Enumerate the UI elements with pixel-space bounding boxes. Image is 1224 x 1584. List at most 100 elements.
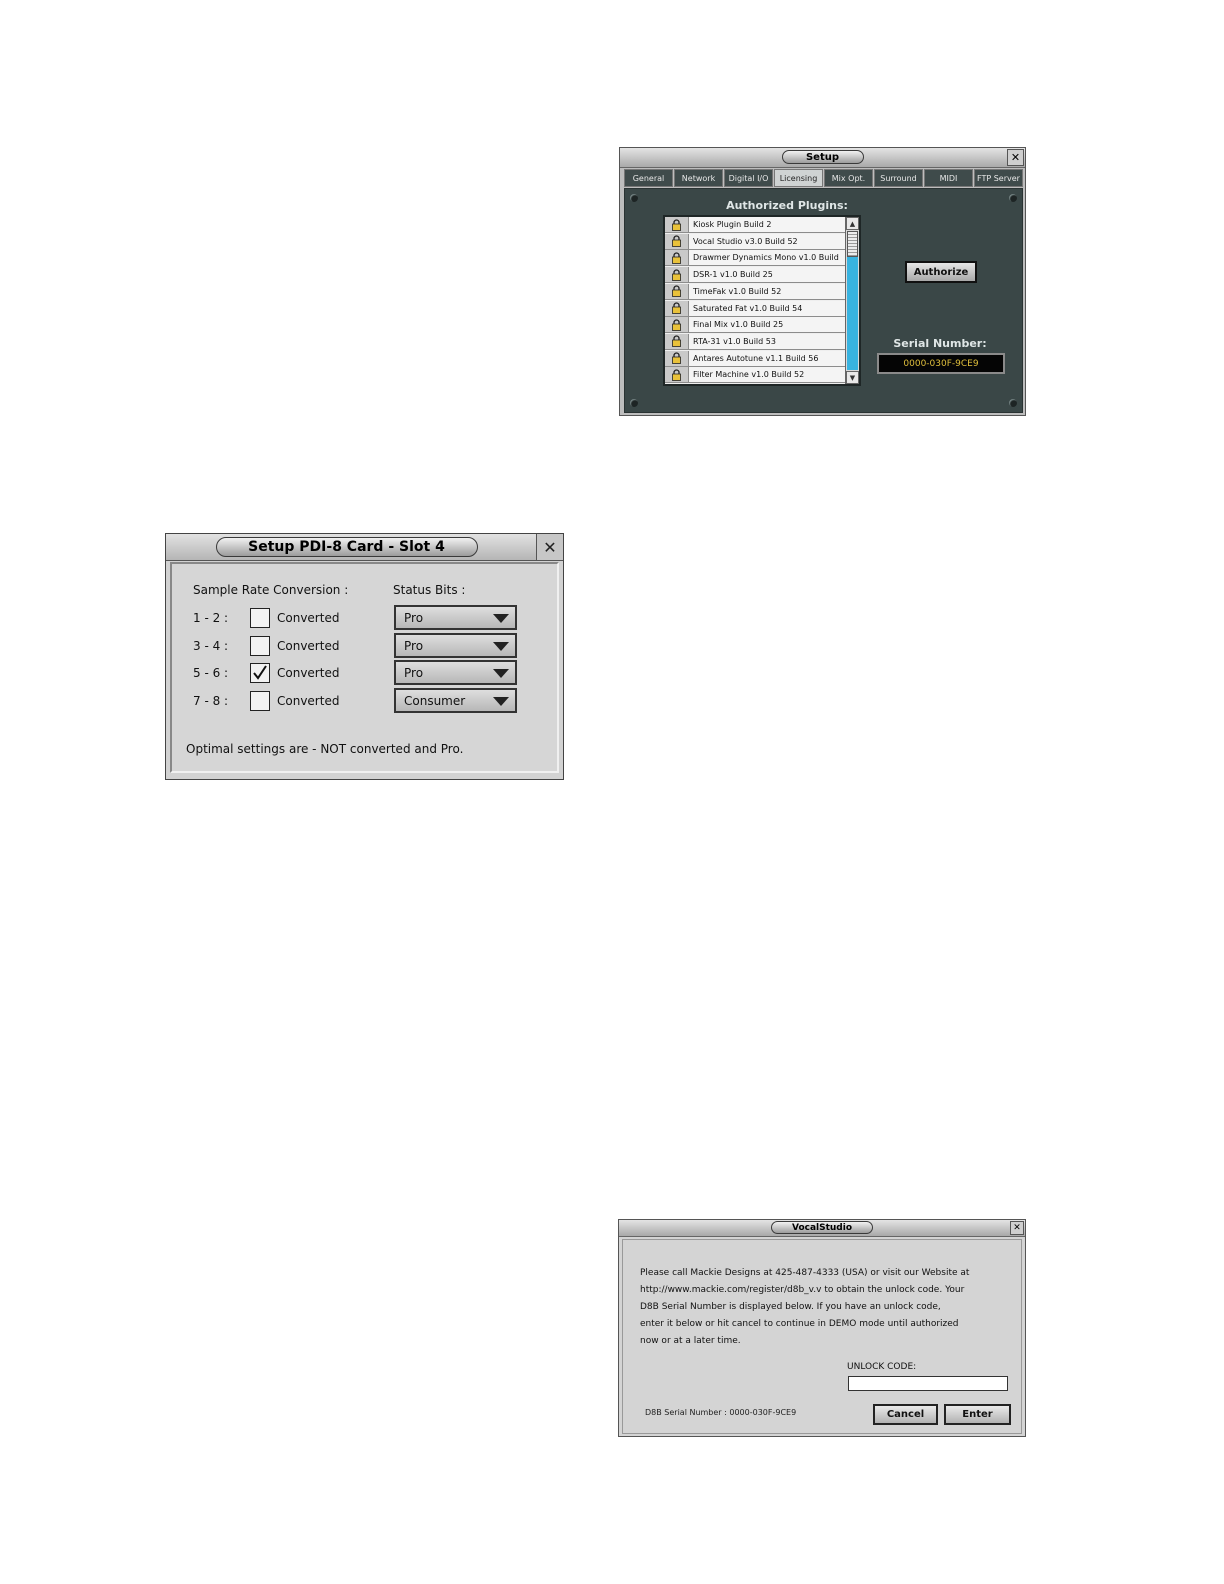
lock-icon (665, 317, 689, 333)
pdi8-setup-window: Setup PDI-8 Card - Slot 4 ✕ Sample Rate … (165, 533, 564, 780)
message-line: Please call Mackie Designs at 425-487-43… (640, 1268, 970, 1278)
serial-number-value: 0000-030F-9CE9 (877, 353, 1005, 374)
pdi8-titlebar[interactable]: Setup PDI-8 Card - Slot 4 (166, 534, 563, 561)
status-bits-value: Consumer (404, 694, 466, 708)
converted-label: Converted (277, 611, 340, 625)
setup-tabs: General Network Digital I/O Licensing Mi… (624, 169, 1023, 187)
message-line: enter it below or hit cancel to continue… (640, 1319, 959, 1329)
status-bits-value: Pro (404, 639, 424, 653)
plugin-name: Antares Autotune v1.1 Build 56 (693, 353, 819, 363)
tab-digital-io[interactable]: Digital I/O (724, 169, 773, 187)
plugin-list-scrollbar[interactable]: ▲ ▼ (845, 217, 859, 384)
channel-label: 7 - 8 : (193, 694, 229, 708)
authorized-plugins-label: Authorized Plugins: (726, 199, 848, 212)
lock-icon (665, 267, 689, 283)
message-line: http://www.mackie.com/register/d8b_v.v t… (640, 1285, 965, 1295)
screw-icon (1009, 399, 1017, 407)
cancel-button[interactable]: Cancel (873, 1404, 938, 1425)
setup-window: Setup ✕ General Network Digital I/O Lice… (619, 147, 1026, 416)
tab-mix-opt[interactable]: Mix Opt. (824, 169, 873, 187)
status-bits-label: Status Bits : (393, 583, 466, 597)
plugin-name: Vocal Studio v3.0 Build 52 (693, 236, 798, 246)
vocalstudio-title: VocalStudio (771, 1221, 873, 1234)
plugin-name: Final Mix v1.0 Build 25 (693, 320, 784, 330)
plugin-name: TimeFak v1.0 Build 52 (693, 286, 782, 296)
unlock-code-input[interactable] (848, 1376, 1008, 1391)
status-bits-value: Pro (404, 666, 424, 680)
tab-surround[interactable]: Surround (874, 169, 923, 187)
vocalstudio-window: VocalStudio ✕ Please call Mackie Designs… (618, 1219, 1026, 1437)
lock-icon (665, 350, 689, 366)
plugin-list-item[interactable]: Kiosk Plugin Build 2 (665, 217, 845, 233)
vocalstudio-close-icon[interactable]: ✕ (1010, 1221, 1024, 1235)
pdi8-content: Sample Rate Conversion : Status Bits : 1… (170, 562, 559, 773)
converted-checkbox-5-6[interactable] (250, 663, 270, 683)
tab-network[interactable]: Network (674, 169, 723, 187)
plugin-name: Filter Machine v1.0 Build 52 (693, 370, 805, 380)
licensing-panel: Authorized Plugins: Filter Machine v1.0 … (624, 188, 1023, 413)
scroll-thumb[interactable] (847, 231, 858, 257)
pdi8-title: Setup PDI-8 Card - Slot 4 (215, 537, 478, 557)
scroll-up-arrow-icon[interactable]: ▲ (846, 217, 859, 230)
status-bits-select-3-4[interactable]: Pro (394, 633, 517, 658)
enter-button[interactable]: Enter (944, 1404, 1011, 1425)
plugin-name: DSR-1 v1.0 Build 25 (693, 270, 773, 280)
converted-checkbox-3-4[interactable] (250, 636, 270, 656)
status-bits-value: Pro (404, 611, 424, 625)
converted-label: Converted (277, 639, 340, 653)
plugin-list-item[interactable]: Drawmer Dynamics Mono v1.0 Build (665, 250, 845, 267)
lock-icon (665, 283, 689, 299)
plugin-list-item[interactable]: Saturated Fat v1.0 Build 54 (665, 300, 845, 317)
status-bits-select-1-2[interactable]: Pro (394, 605, 517, 630)
lock-icon (665, 333, 689, 349)
tab-licensing[interactable]: Licensing (774, 169, 823, 187)
status-bits-select-7-8[interactable]: Consumer (394, 688, 517, 713)
plugin-list-item[interactable]: RTA-31 v1.0 Build 53 (665, 333, 845, 350)
channel-label: 3 - 4 : (193, 639, 229, 653)
authorize-button[interactable]: Authorize (905, 261, 977, 283)
message-line: D8B Serial Number is displayed below. If… (640, 1302, 941, 1312)
channel-label: 5 - 6 : (193, 666, 229, 680)
plugin-name: Drawmer Dynamics Mono v1.0 Build (693, 253, 839, 263)
lock-icon (665, 217, 689, 232)
plugin-list-item[interactable]: DSR-1 v1.0 Build 25 (665, 267, 845, 284)
dropdown-arrow-icon (493, 642, 509, 651)
lock-icon (665, 233, 689, 249)
serial-number-label: Serial Number: (893, 337, 987, 350)
vocalstudio-titlebar[interactable]: VocalStudio (619, 1220, 1025, 1237)
message-line: now or at a later time. (640, 1336, 741, 1346)
tab-ftp-server[interactable]: FTP Server (974, 169, 1023, 187)
tab-midi[interactable]: MIDI (924, 169, 973, 187)
converted-checkbox-7-8[interactable] (250, 691, 270, 711)
plugin-list-item[interactable]: Antares Autotune v1.1 Build 56 (665, 350, 845, 367)
dropdown-arrow-icon (493, 614, 509, 623)
screw-icon (630, 194, 638, 202)
converted-label: Converted (277, 694, 340, 708)
d8b-serial-number: D8B Serial Number : 0000-030F-9CE9 (645, 1408, 797, 1417)
scroll-down-arrow-icon[interactable]: ▼ (846, 371, 859, 384)
dropdown-arrow-icon (493, 669, 509, 678)
screw-icon (630, 399, 638, 407)
plugin-list-item[interactable]: Final Mix v1.0 Build 25 (665, 317, 845, 334)
plugin-list-item[interactable]: TimeFak v1.0 Build 52 (665, 283, 845, 300)
lock-icon (665, 250, 689, 266)
optimal-settings-note: Optimal settings are - NOT converted and… (186, 742, 464, 756)
dropdown-arrow-icon (493, 697, 509, 706)
setup-close-icon[interactable]: ✕ (1007, 149, 1024, 166)
sample-rate-conversion-label: Sample Rate Conversion : (193, 583, 349, 597)
plugin-list-item[interactable]: Filter Machine v1.0 Build 52 (665, 367, 845, 384)
pdi8-close-icon[interactable]: ✕ (536, 534, 563, 560)
status-bits-select-5-6[interactable]: Pro (394, 660, 517, 685)
tab-general[interactable]: General (624, 169, 673, 187)
plugin-list-item[interactable]: Vocal Studio v3.0 Build 52 (665, 233, 845, 250)
plugin-name: Kiosk Plugin Build 2 (693, 220, 772, 229)
converted-checkbox-1-2[interactable] (250, 608, 270, 628)
lock-icon (665, 300, 689, 316)
screw-icon (1009, 194, 1017, 202)
setup-titlebar[interactable]: Setup (620, 148, 1025, 168)
authorized-plugins-list[interactable]: Filter Machine v1.0 Build 52 Antares Auto… (663, 215, 861, 386)
lock-icon (665, 367, 689, 383)
checkmark-icon (253, 665, 267, 680)
unlock-code-label: UNLOCK CODE: (847, 1362, 917, 1372)
setup-title: Setup (781, 150, 864, 164)
